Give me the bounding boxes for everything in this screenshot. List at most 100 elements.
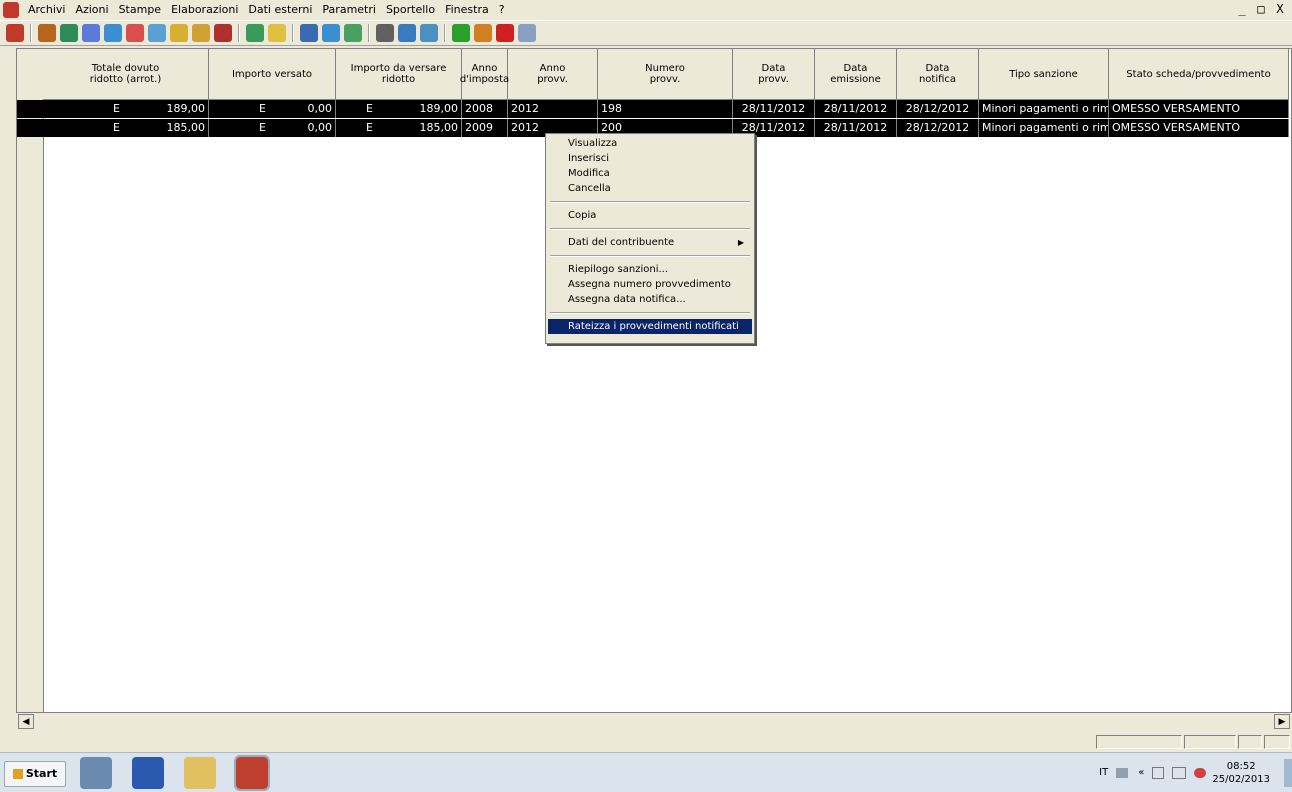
menu-item-copia[interactable]: Copia xyxy=(548,208,752,223)
cell-tipo[interactable]: Minori pagamenti o rimbor xyxy=(979,119,1109,137)
menu-item-assegna-numero-provvedimento[interactable]: Assegna numero provvedimento xyxy=(548,277,752,292)
menu-parametri[interactable]: Parametri xyxy=(317,0,381,20)
menu-item-modifica[interactable]: Modifica xyxy=(548,166,752,181)
horizontal-scrollbar[interactable]: ◀ ▶ xyxy=(16,712,1292,731)
menu-item-label: Inserisci xyxy=(568,153,610,164)
amount-value: 189,00 xyxy=(419,102,459,115)
menu-item-label: Visualizza xyxy=(568,138,618,149)
menu-sportello[interactable]: Sportello xyxy=(381,0,440,20)
row-selector[interactable] xyxy=(17,100,43,118)
restore-icon[interactable]: □ xyxy=(1253,2,1269,16)
cell-data-emissione[interactable]: 28/11/2012 xyxy=(815,100,897,118)
calendar-icon[interactable] xyxy=(170,24,188,42)
people-icon[interactable] xyxy=(38,24,56,42)
menu-finestra[interactable]: Finestra xyxy=(440,0,494,20)
money-cell[interactable]: E 185,00 xyxy=(43,119,209,137)
row-header-column xyxy=(17,49,44,729)
money-cell[interactable]: E 185,00 xyxy=(336,119,462,137)
app-house-icon[interactable] xyxy=(234,755,270,791)
cell-data-provv[interactable]: 28/11/2012 xyxy=(733,100,815,118)
filter-icon[interactable] xyxy=(398,24,416,42)
house-icon[interactable] xyxy=(60,24,78,42)
card-icon[interactable] xyxy=(192,24,210,42)
menu-item-inserisci[interactable]: Inserisci xyxy=(548,151,752,166)
money-cell[interactable]: E 189,00 xyxy=(336,100,462,118)
menu-elaborazioni[interactable]: Elaborazioni xyxy=(166,0,243,20)
keyboard-icon[interactable] xyxy=(1116,767,1129,778)
menu-item-dati-del-contribuente[interactable]: Dati del contribuente ▶ xyxy=(548,235,752,250)
column-header[interactable]: Anno d'imposta xyxy=(460,49,509,99)
menu-item-assegna-data-notifica[interactable]: Assegna data notifica... xyxy=(548,292,752,307)
column-header[interactable]: Importo versato xyxy=(209,49,336,99)
binoculars-icon[interactable] xyxy=(376,24,394,42)
column-header[interactable]: Data provv. xyxy=(733,49,815,99)
table-icon[interactable] xyxy=(148,24,166,42)
cell-numero[interactable]: 198 xyxy=(598,100,733,118)
volume-muted-icon[interactable] xyxy=(1194,767,1207,778)
menu-item-visualizza[interactable]: Visualizza xyxy=(548,136,752,151)
user-icon[interactable] xyxy=(300,24,318,42)
gear-icon[interactable] xyxy=(82,24,100,42)
cell-stato[interactable]: OMESSO VERSAMENTO xyxy=(1109,119,1289,137)
money-cell[interactable]: E 0,00 xyxy=(209,100,336,118)
cell-data-notifica[interactable]: 28/12/2012 xyxy=(897,119,979,137)
windows-logo-icon xyxy=(12,769,23,779)
edit-icon[interactable] xyxy=(104,24,122,42)
money-cell[interactable]: E 0,00 xyxy=(209,119,336,137)
column-header[interactable]: Anno provv. xyxy=(508,49,598,99)
menu-archivi[interactable]: Archivi xyxy=(23,0,70,20)
start-button[interactable]: Start xyxy=(4,761,66,787)
scroll-left-icon[interactable]: ◀ xyxy=(18,714,34,729)
context-menu: Visualizza Inserisci Modifica Cancella Copia… xyxy=(545,133,755,344)
close-icon[interactable]: X xyxy=(1272,2,1288,16)
globe-icon[interactable] xyxy=(246,24,264,42)
network-icon[interactable] xyxy=(1172,766,1187,779)
table-row[interactable]: E 189,00 E 0,00 E 189,00 2008 2012 198 28/11/2012… xyxy=(43,100,1289,118)
show-hidden-icons-icon[interactable]: « xyxy=(1138,767,1144,778)
world-icon[interactable] xyxy=(344,24,362,42)
menu-item-riepilogo-sanzioni[interactable]: Riepilogo sanzioni... xyxy=(548,262,752,277)
menu-stampe[interactable]: Stampe xyxy=(114,0,167,20)
cell-data-notifica[interactable]: 28/12/2012 xyxy=(897,100,979,118)
show-desktop-button[interactable] xyxy=(1284,758,1292,787)
column-header[interactable]: Numero provv. xyxy=(598,49,733,99)
book-icon[interactable] xyxy=(214,24,232,42)
clock[interactable]: 08:52 25/02/2013 xyxy=(1212,760,1270,786)
column-header[interactable]: Tipo sanzione xyxy=(979,49,1109,99)
column-header[interactable]: Stato scheda/provvedimento xyxy=(1109,49,1289,99)
minimize-icon[interactable]: _ xyxy=(1234,2,1250,16)
refresh-icon[interactable] xyxy=(322,24,340,42)
row-selector[interactable] xyxy=(17,119,43,137)
powershell-icon[interactable] xyxy=(132,757,164,789)
cell-anno-imposta[interactable]: 2008 xyxy=(462,100,508,118)
menu-[interactable]: ? xyxy=(494,0,510,20)
folder-icon[interactable] xyxy=(268,24,286,42)
check-icon[interactable] xyxy=(126,24,144,42)
flag-icon[interactable] xyxy=(1152,766,1165,779)
server-icon[interactable] xyxy=(80,757,112,789)
language-indicator[interactable]: IT xyxy=(1099,767,1108,778)
delete-icon[interactable] xyxy=(496,24,514,42)
column-header[interactable]: Importo da versare ridotto xyxy=(336,49,462,99)
copy-icon[interactable] xyxy=(518,24,536,42)
menu-dati-esterni[interactable]: Dati esterni xyxy=(243,0,317,20)
back-icon[interactable] xyxy=(6,24,24,42)
cell-stato[interactable]: OMESSO VERSAMENTO xyxy=(1109,100,1289,118)
cell-data-emissione[interactable]: 28/11/2012 xyxy=(815,119,897,137)
cell-anno-imposta[interactable]: 2009 xyxy=(462,119,508,137)
column-header[interactable]: Data notifica xyxy=(897,49,979,99)
pencil-icon[interactable] xyxy=(474,24,492,42)
menu-item-cancella[interactable]: Cancella xyxy=(548,181,752,196)
search-icon[interactable] xyxy=(420,24,438,42)
app-icon[interactable] xyxy=(3,2,19,18)
scroll-right-icon[interactable]: ▶ xyxy=(1274,714,1290,729)
money-cell[interactable]: E 189,00 xyxy=(43,100,209,118)
column-header[interactable]: Data emissione xyxy=(815,49,897,99)
cell-tipo[interactable]: Minori pagamenti o rimbor xyxy=(979,100,1109,118)
cell-anno-provv[interactable]: 2012 xyxy=(508,100,598,118)
menu-item-rateizza-i-provvedimenti-notificati[interactable]: Rateizza i provvedimenti notificati xyxy=(548,319,752,334)
column-header[interactable]: Totale dovuto ridotto (arrot.) xyxy=(43,49,209,99)
add-icon[interactable] xyxy=(452,24,470,42)
menu-azioni[interactable]: Azioni xyxy=(70,0,113,20)
explorer-folder-icon[interactable] xyxy=(184,757,216,789)
